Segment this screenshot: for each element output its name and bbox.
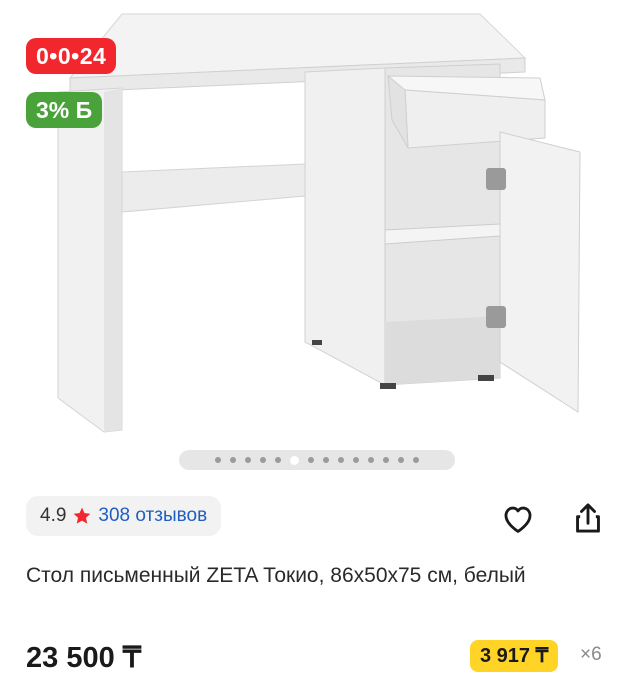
rating-chip[interactable]: 4.9 308 отзывов bbox=[26, 496, 222, 536]
pagination-dot[interactable] bbox=[260, 457, 266, 463]
pagination-dot[interactable] bbox=[368, 457, 374, 463]
timer-badge: 0•0•24 bbox=[26, 38, 117, 74]
favorite-button[interactable] bbox=[498, 500, 538, 540]
reviews-link[interactable]: 308 отзывов bbox=[98, 505, 207, 527]
pagination-dot[interactable] bbox=[413, 457, 419, 463]
pagination-dot[interactable] bbox=[245, 457, 251, 463]
product-price: 23 500 ₸ bbox=[26, 642, 142, 674]
pagination-dot[interactable] bbox=[338, 457, 344, 463]
rating-score: 4.9 bbox=[40, 505, 67, 526]
share-icon bbox=[572, 501, 604, 540]
installment-months: ×6 bbox=[580, 644, 602, 665]
pagination-dot[interactable] bbox=[383, 457, 389, 463]
product-title: Стол письменный ZETA Токио, 86x50x75 см,… bbox=[26, 564, 526, 587]
gallery-pagination[interactable] bbox=[179, 450, 455, 470]
share-button[interactable] bbox=[568, 500, 608, 540]
pagination-dot-active[interactable] bbox=[290, 455, 299, 465]
pagination-dot[interactable] bbox=[323, 457, 329, 463]
installment-badge[interactable]: 3 917 ₸ bbox=[470, 640, 559, 672]
pagination-dot[interactable] bbox=[308, 457, 314, 463]
bonus-badge: 3% Б bbox=[26, 92, 103, 128]
star-icon bbox=[72, 506, 92, 526]
pagination-dot[interactable] bbox=[275, 457, 281, 463]
pagination-dot[interactable] bbox=[353, 457, 359, 463]
heart-icon bbox=[501, 502, 535, 539]
pagination-dot[interactable] bbox=[215, 457, 221, 463]
pagination-dot[interactable] bbox=[398, 457, 404, 463]
product-image-gallery[interactable]: 0•0•24 3% Б bbox=[0, 0, 635, 440]
pagination-dot[interactable] bbox=[230, 457, 236, 463]
